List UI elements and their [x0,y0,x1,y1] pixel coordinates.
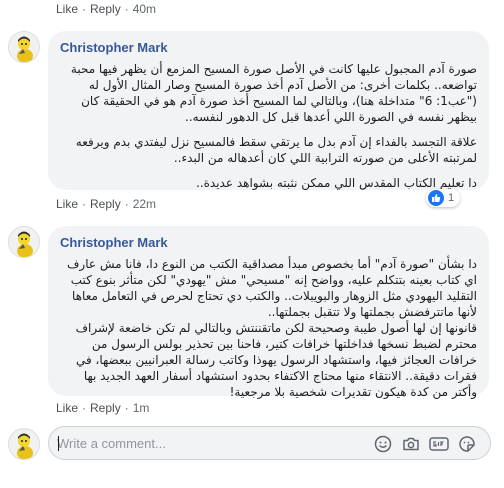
gif-icon[interactable] [429,434,449,454]
separator: · [124,2,129,16]
camera-icon[interactable] [401,434,421,454]
separator: · [82,197,87,211]
comment-input[interactable] [57,433,357,453]
emoji-icon[interactable] [373,434,393,454]
comment-bubble: Christopher Mark دا بشأن "صورة آدم" أما … [48,226,489,399]
comment-paragraph: صورة آدم المجبول عليها كانت في الأصل صور… [70,62,477,124]
previous-comment-actions: Like · Reply · 40m [56,1,156,17]
comment-actions: Like · Reply · 22m [56,196,156,212]
text-caret [58,436,59,451]
avatar[interactable] [8,428,40,460]
like-link[interactable]: Like [56,1,78,17]
like-icon [428,190,444,206]
reaction-count-value: 1 [448,192,455,204]
comment-author[interactable]: Christopher Mark [60,39,477,57]
comment-timestamp[interactable]: 22m [133,196,156,212]
reply-link[interactable]: Reply [90,1,121,17]
reply-link[interactable]: Reply [90,196,121,212]
avatar-drawing [9,429,39,459]
separator: · [124,401,129,415]
comment-composer[interactable] [48,426,491,460]
comment-actions: Like · Reply · 1m [56,400,149,416]
separator: · [124,197,129,211]
avatar[interactable] [8,31,40,63]
comment-paragraph: دا بشأن "صورة آدم" أما بخصوص مبدأ مصداقي… [66,257,477,319]
like-link[interactable]: Like [56,196,78,212]
comment-paragraph: دا تعليم الكتاب المقدس اللي ممكن نثبته ب… [196,176,477,190]
separator: · [82,2,87,16]
avatar-drawing [9,227,39,257]
sticker-icon[interactable] [457,434,477,454]
comment-timestamp[interactable]: 1m [133,400,150,416]
like-link[interactable]: Like [56,400,78,416]
comment-bubble: Christopher Mark صورة آدم المجبول عليها … [48,31,489,190]
separator: · [82,401,87,415]
comment-paragraph: قانونها إن لها أصول طيبة وصحيحة لكن ماتق… [75,321,477,399]
comment-paragraph: علاقة التجسد بالفداء إن آدم بدل ما يرتقي… [75,135,477,165]
avatar-drawing [9,32,39,62]
comment-author[interactable]: Christopher Mark [60,234,477,252]
avatar[interactable] [8,226,40,258]
reply-link[interactable]: Reply [90,400,121,416]
comment-timestamp[interactable]: 40m [133,1,156,17]
reaction-count[interactable]: 1 [426,189,461,207]
